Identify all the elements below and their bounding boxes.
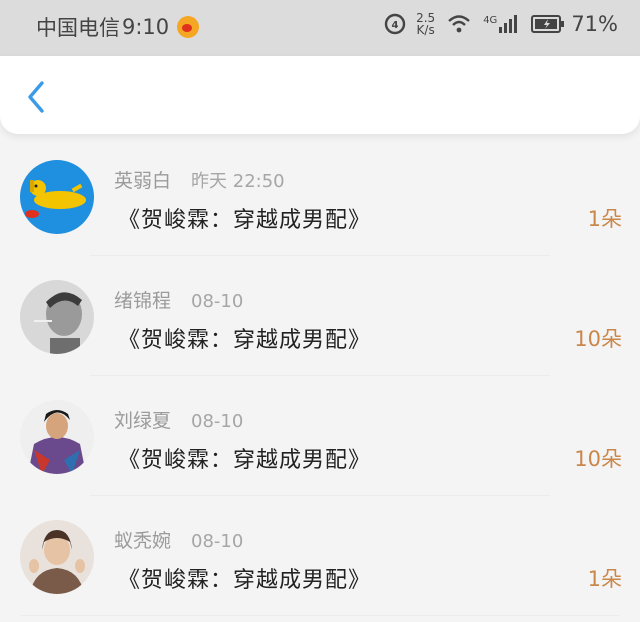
- status-bar-left: 中国电信 9:10: [36, 12, 200, 42]
- back-button[interactable]: [22, 80, 50, 114]
- nav-bar: [0, 56, 640, 134]
- divider: [20, 615, 620, 616]
- network-speed: 2.5 K/s: [416, 12, 435, 36]
- record-meta: 蚁秃婉 08-10: [114, 526, 243, 553]
- list-item[interactable]: 蚁秃婉 08-10 《贺峻霖：穿越成男配》 1朵: [0, 496, 640, 616]
- record-date: 昨天 22:50: [191, 171, 285, 192]
- avatar[interactable]: [20, 520, 94, 594]
- sender-name: 刘绿夏: [114, 410, 172, 432]
- list-item[interactable]: 绪锦程 08-10 《贺峻霖：穿越成男配》 10朵: [0, 256, 640, 376]
- avatar[interactable]: [20, 160, 94, 234]
- list-item[interactable]: 刘绿夏 08-10 《贺峻霖：穿越成男配》 10朵: [0, 376, 640, 496]
- status-bar: 中国电信 9:10 4 2.5 K/s 4G 71%: [0, 0, 640, 56]
- record-date: 08-10: [191, 291, 244, 312]
- battery-percent: 71%: [571, 12, 618, 36]
- wifi-icon: [447, 14, 471, 34]
- chevron-left-icon: [28, 81, 44, 113]
- svg-text:4: 4: [392, 20, 399, 31]
- clock-time: 9:10: [122, 15, 170, 39]
- flower-count: 10朵: [574, 447, 622, 471]
- flower-count: 1朵: [587, 207, 622, 231]
- book-title: 《贺峻霖：穿越成男配》: [118, 568, 372, 593]
- record-meta: 英弱白 昨天 22:50: [114, 166, 285, 193]
- weibo-icon: [177, 16, 200, 38]
- record-date: 08-10: [191, 411, 244, 432]
- network-type-label: 4G: [483, 15, 498, 26]
- sender-name: 蚁秃婉: [114, 530, 172, 552]
- avatar[interactable]: [20, 280, 94, 354]
- avatar[interactable]: [20, 400, 94, 474]
- record-meta: 刘绿夏 08-10: [114, 406, 243, 433]
- flower-count: 1朵: [587, 567, 622, 591]
- book-title: 《贺峻霖：穿越成男配》: [118, 328, 372, 353]
- battery-icon: [531, 15, 565, 33]
- sender-name: 绪锦程: [114, 290, 172, 312]
- book-title: 《贺峻霖：穿越成男配》: [118, 208, 372, 233]
- speed-unit: K/s: [416, 23, 435, 37]
- carrier-label: 中国电信: [36, 16, 120, 40]
- flower-count: 10朵: [574, 327, 622, 351]
- record-date: 08-10: [191, 531, 244, 552]
- sender-name: 英弱白: [114, 170, 172, 192]
- status-bar-right: 4 2.5 K/s 4G 71%: [372, 12, 618, 36]
- book-title: 《贺峻霖：穿越成男配》: [118, 448, 372, 473]
- record-meta: 绪锦程 08-10: [114, 286, 243, 313]
- list-item[interactable]: 英弱白 昨天 22:50 《贺峻霖：穿越成男配》 1朵: [0, 136, 640, 256]
- gift-record-list: 英弱白 昨天 22:50 《贺峻霖：穿越成男配》 1朵 绪锦程 08-10 《贺…: [0, 136, 640, 616]
- data-saver-icon: 4: [384, 13, 406, 35]
- signal-icon: 4G: [483, 15, 519, 33]
